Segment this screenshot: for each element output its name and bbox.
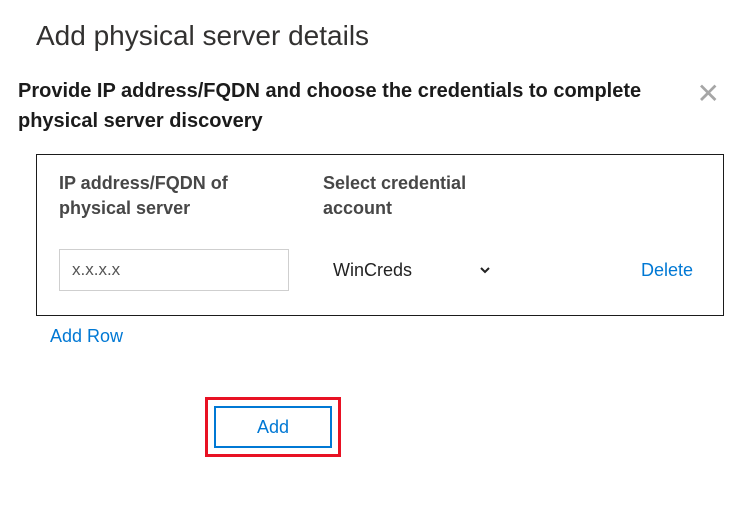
- delete-link[interactable]: Delete: [641, 260, 701, 281]
- page-description: Provide IP address/FQDN and choose the c…: [0, 76, 748, 136]
- column-header-credential: Select credential account: [323, 171, 523, 221]
- credential-cell: WinCreds: [313, 250, 513, 290]
- server-table: IP address/FQDN of physical server Selec…: [36, 154, 724, 316]
- credential-select[interactable]: WinCreds: [313, 250, 493, 290]
- table-header-row: IP address/FQDN of physical server Selec…: [59, 171, 701, 221]
- column-header-ip: IP address/FQDN of physical server: [59, 171, 299, 221]
- add-button[interactable]: Add: [214, 406, 332, 448]
- ip-fqdn-input[interactable]: [59, 249, 289, 291]
- table-row: WinCreds Delete: [59, 249, 701, 291]
- add-button-highlight: Add: [205, 397, 341, 457]
- page-title: Add physical server details: [0, 20, 748, 52]
- close-icon[interactable]: ✕: [697, 80, 720, 108]
- add-row-link[interactable]: Add Row: [50, 326, 123, 347]
